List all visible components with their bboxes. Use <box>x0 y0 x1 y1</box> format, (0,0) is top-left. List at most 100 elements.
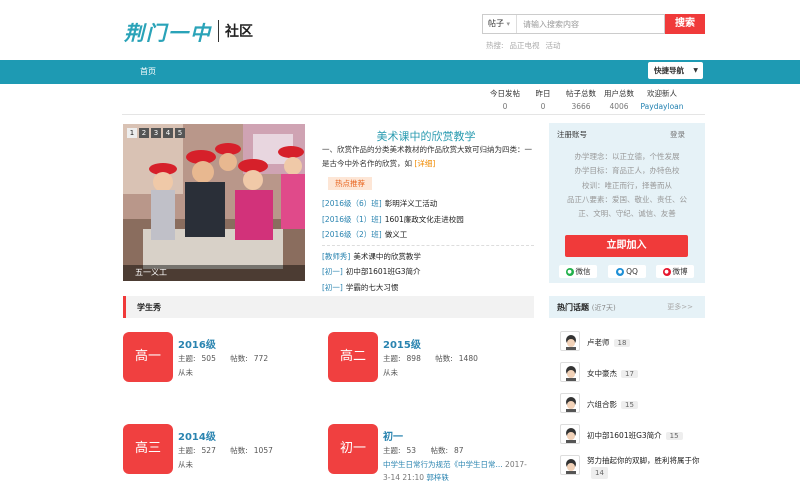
news-title[interactable]: 美术课中的欣赏教学 <box>353 252 421 261</box>
topic-item[interactable]: 初中部1601班G3简介 15 <box>560 424 710 446</box>
grade-name[interactable]: 2016级 <box>178 336 216 351</box>
grade-name[interactable]: 2014级 <box>178 428 216 443</box>
login-link[interactable]: 登录 <box>670 129 685 140</box>
news-tag[interactable]: [初一] <box>322 267 343 276</box>
newest-member-link[interactable]: Paydayloan <box>638 102 686 111</box>
news-tag[interactable]: [2016级（2）班] <box>322 230 382 239</box>
qq-login-button[interactable]: ● QQ <box>608 265 646 278</box>
stat-label: 今日发帖 <box>490 89 520 98</box>
posts-count: 帖数: 1057 <box>230 446 279 455</box>
search-button[interactable]: 搜索 <box>665 14 705 34</box>
featured-more-link[interactable]: [详细] <box>414 159 435 168</box>
topic-count: 15 <box>665 432 683 440</box>
grade-icon[interactable]: 高二 <box>328 332 378 382</box>
topic-count: 17 <box>621 370 638 378</box>
news-tag[interactable]: [2016级（6）班] <box>322 199 382 208</box>
news-item[interactable]: [2016级（6）班] 彰明洋义工活动 <box>322 196 534 212</box>
hero-photo <box>123 124 305 281</box>
section-title[interactable]: 学生秀 <box>137 302 161 313</box>
weibo-login-button[interactable]: ● 微博 <box>656 265 694 278</box>
topic-link[interactable]: 卢老师 <box>587 338 610 347</box>
stat-value: 4006 <box>609 102 629 111</box>
topics-value: 527 <box>201 446 216 455</box>
grade-icon[interactable]: 高三 <box>123 424 173 474</box>
slide-tab[interactable]: 3 <box>151 128 161 138</box>
latest-post-link[interactable]: 中学生日常行为规范《中学生日常... <box>383 460 503 469</box>
news-tag[interactable]: [教师秀] <box>322 252 350 261</box>
topic-item[interactable]: 六组合影 15 <box>560 393 710 415</box>
news-tag[interactable]: [初一] <box>322 283 343 292</box>
stat-value: 0 <box>502 102 508 111</box>
slide-tab[interactable]: 2 <box>139 128 149 138</box>
posts-value: 87 <box>454 446 464 455</box>
grade-card: 高三 2014级 主题: 527 帖数: 1057 从未 <box>123 424 323 484</box>
posts-count: 帖数: 772 <box>230 354 274 363</box>
topic-link[interactable]: 初中部1601班G3简介 <box>587 431 662 440</box>
logo-subtitle: 社区 <box>225 24 253 40</box>
search-input[interactable] <box>517 16 664 32</box>
posts-label: 帖数: <box>435 354 453 363</box>
join-now-button[interactable]: 立即加入 <box>565 235 688 257</box>
grade-latest: 从未 <box>178 368 193 377</box>
nav-home-link[interactable]: 首页 <box>140 66 156 77</box>
wechat-icon: ● <box>565 267 574 276</box>
slide-tab[interactable]: 4 <box>163 128 173 138</box>
hot-topics-title: 热门话题 <box>557 303 589 312</box>
news-title[interactable]: 学霸的七大习惯 <box>346 283 399 292</box>
stat-yesterday: 昨日 0 <box>524 88 562 111</box>
hot-search-link[interactable]: 活动 <box>546 40 561 51</box>
hot-search-link[interactable]: 品正电视 <box>510 40 540 51</box>
quick-nav-dropdown[interactable]: 快捷导航 ▼ <box>648 62 703 79</box>
topic-link[interactable]: 女中豪杰 <box>587 369 617 378</box>
stat-value: 0 <box>540 102 546 111</box>
slide-tab[interactable]: 5 <box>175 128 185 138</box>
topic-item[interactable]: 卢老师 18 <box>560 331 710 353</box>
search-category-select[interactable]: 帖子 ▾ <box>483 15 517 33</box>
qq-icon: ● <box>616 267 625 276</box>
search-box: 帖子 ▾ <box>482 14 665 34</box>
latest-post-user[interactable]: 郭梓轶 <box>426 473 449 482</box>
slide-tab[interactable]: 1 <box>127 128 137 138</box>
wechat-login-button[interactable]: ● 微信 <box>559 265 597 278</box>
main-nav: 首页 快捷导航 ▼ <box>0 60 800 84</box>
topic-link[interactable]: 六组合影 <box>587 400 617 409</box>
chevron-down-icon: ▾ <box>506 20 511 28</box>
site-logo[interactable]: 荆门一中 社区 <box>124 16 253 46</box>
motto-line: 品正八要素：爱国、敬业、责任、公 <box>567 194 687 204</box>
register-link[interactable]: 注册账号 <box>557 129 587 140</box>
posts-value: 1480 <box>458 354 478 363</box>
grade-stats: 主题: 527 帖数: 1057 <box>178 445 285 456</box>
featured-title[interactable]: 美术课中的欣赏教学 <box>320 128 532 144</box>
topic-title: 努力抽起你的双脚，胜利将属于你 14 <box>587 455 707 479</box>
news-title[interactable]: 彰明洋义工活动 <box>385 199 438 208</box>
topic-item[interactable]: 女中豪杰 17 <box>560 362 710 384</box>
stat-value: 3666 <box>571 102 591 111</box>
grade-icon[interactable]: 初一 <box>328 424 378 474</box>
topic-link[interactable]: 努力抽起你的双脚，胜利将属于你 <box>587 456 700 465</box>
posts-label: 帖数: <box>230 354 248 363</box>
grade-name[interactable]: 2015级 <box>383 336 421 351</box>
news-item[interactable]: [2016级（2）班] 做义工 <box>322 227 534 243</box>
hero-slideshow[interactable]: 1 2 3 4 5 五一义工 <box>123 124 305 281</box>
news-tag[interactable]: [2016级（1）班] <box>322 215 382 224</box>
news-item[interactable]: [初一] 初中部1601班G3简介 <box>322 264 534 280</box>
slideshow-tabs: 1 2 3 4 5 <box>127 128 185 138</box>
more-topics-link[interactable]: 更多>> <box>667 302 693 312</box>
news-title[interactable]: 1601廉政文化走进校园 <box>385 215 464 224</box>
news-title[interactable]: 做义工 <box>385 230 408 239</box>
slide-caption[interactable]: 五一义工 <box>123 265 305 281</box>
search-bar: 帖子 ▾ 搜索 <box>482 14 705 34</box>
featured-description: 一、欣赏作品的分类美术教材的作品欣赏大致可归纳为四类：一是古今中外名作的欣赏，如… <box>322 143 534 171</box>
posts-count: 帖数: 87 <box>430 446 469 455</box>
news-item[interactable]: [初一] 学霸的七大习惯 <box>322 280 534 296</box>
topic-item[interactable]: 努力抽起你的双脚，胜利将属于你 14 <box>560 455 710 481</box>
news-item[interactable]: [教师秀] 美术课中的欣赏教学 <box>322 249 534 265</box>
grade-name[interactable]: 初一 <box>383 428 403 443</box>
news-title[interactable]: 初中部1601班G3简介 <box>346 267 421 276</box>
topics-count: 主题: 527 <box>178 446 222 455</box>
section-accent-bar <box>123 296 126 318</box>
grade-icon[interactable]: 高一 <box>123 332 173 382</box>
topic-title: 六组合影 15 <box>587 399 638 410</box>
news-item[interactable]: [2016级（1）班] 1601廉政文化走进校园 <box>322 212 534 228</box>
avatar <box>560 362 580 382</box>
